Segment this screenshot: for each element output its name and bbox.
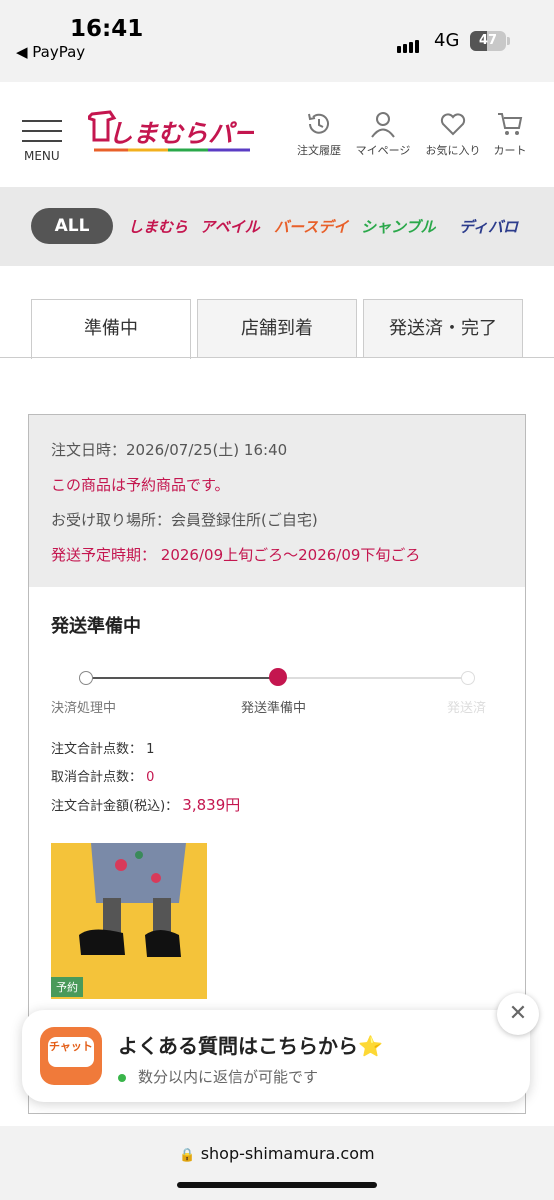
order-date: 注文日時：2026/07/25(土) 16:40 bbox=[51, 441, 288, 459]
chat-title: よくある質問はこちらから⭐ bbox=[118, 1034, 383, 1058]
cart-button[interactable]: カート bbox=[475, 110, 545, 158]
ship-schedule-value: 2026/09上旬ごろ〜2026/09下旬ごろ bbox=[160, 546, 421, 564]
tab-preparing[interactable]: 準備中 bbox=[31, 299, 191, 359]
back-to-app-link[interactable]: ◀ PayPay bbox=[16, 43, 85, 61]
total-items-label: 注文合計点数： bbox=[51, 742, 143, 757]
mypage-button[interactable]: マイページ bbox=[348, 110, 418, 158]
pickup-location: お受け取り場所：会員登録住所(ご自宅) bbox=[51, 511, 318, 529]
menu-icon[interactable] bbox=[22, 120, 62, 150]
product-image[interactable]: 予約 bbox=[51, 843, 207, 999]
lock-icon: 🔒 bbox=[179, 1148, 196, 1163]
total-items-value: 1 bbox=[146, 742, 155, 757]
total-items: 注文合計点数： 1 bbox=[51, 738, 154, 757]
step-dot-2 bbox=[269, 668, 287, 686]
preorder-badge: 予約 bbox=[51, 977, 83, 997]
online-dot-icon bbox=[118, 1073, 126, 1082]
battery-icon: 47 bbox=[470, 31, 506, 51]
mypage-label: マイページ bbox=[355, 144, 411, 157]
progress-line-pending bbox=[278, 677, 468, 679]
signal-icon bbox=[397, 34, 421, 53]
battery-level: 47 bbox=[478, 33, 498, 48]
network-type: 4G bbox=[434, 30, 460, 51]
faq-chat-banner[interactable]: チャット よくある質問はこちらから⭐ 数分以内に返信が可能です bbox=[22, 1010, 530, 1102]
cancelled-items: 取消合計点数： 0 bbox=[51, 766, 154, 785]
brand-divalo[interactable]: ディバロ bbox=[459, 216, 518, 237]
cancelled-items-label: 取消合計点数： bbox=[51, 770, 143, 785]
site-header: MENU しまむらパーク 注文履歴 マイページ お気に入り bbox=[0, 82, 554, 187]
home-indicator[interactable] bbox=[177, 1182, 377, 1188]
brand-filter-bar: ALL しまむら アベイル バースデイ シャンブル ディバロ bbox=[0, 187, 554, 266]
ship-schedule-label: 発送予定時期： bbox=[51, 546, 157, 564]
heart-icon bbox=[440, 113, 466, 136]
chat-icon-text: チャット bbox=[48, 1037, 94, 1067]
progress-line-done bbox=[85, 677, 278, 679]
order-history-button[interactable]: 注文履歴 bbox=[284, 110, 354, 158]
url-value: shop-shimamura.com bbox=[200, 1144, 375, 1163]
logo-text: しまむらパーク bbox=[108, 120, 254, 148]
browser-url-bar[interactable]: 🔒 shop-shimamura.com bbox=[0, 1126, 554, 1200]
cancelled-items-value: 0 bbox=[146, 770, 155, 785]
status-bar: 16:41 ◀ PayPay 4G 47 bbox=[0, 0, 554, 82]
shimamura-park-logo[interactable]: しまむらパーク bbox=[85, 110, 285, 162]
user-icon bbox=[371, 112, 395, 138]
order-info: 注文日時：2026/07/25(土) 16:40 この商品は予約商品です。 お受… bbox=[29, 415, 525, 587]
tab-shipped[interactable]: 発送済・完了 bbox=[363, 299, 523, 357]
preorder-note: この商品は予約商品です。 bbox=[51, 476, 230, 494]
step-label-2: 発送準備中 bbox=[241, 701, 307, 716]
cart-icon bbox=[498, 113, 523, 135]
brand-all-button[interactable]: ALL bbox=[31, 208, 113, 244]
history-icon bbox=[308, 113, 329, 134]
menu-label[interactable]: MENU bbox=[24, 149, 60, 163]
cart-label: カート bbox=[493, 144, 527, 157]
close-icon[interactable]: ✕ bbox=[497, 993, 539, 1035]
total-price-value: 3,839円 bbox=[182, 796, 241, 814]
step-label-1: 決済処理中 bbox=[51, 701, 117, 716]
brand-shimamura[interactable]: しまむら bbox=[128, 216, 188, 237]
tab-divider bbox=[0, 357, 554, 358]
status-title: 発送準備中 bbox=[51, 616, 141, 637]
total-price-label: 注文合計金額(税込)： bbox=[51, 799, 179, 814]
step-label-3: 発送済 bbox=[447, 701, 487, 716]
brand-avail[interactable]: アベイル bbox=[200, 216, 260, 237]
ship-schedule: 発送予定時期： 2026/09上旬ごろ〜2026/09下旬ごろ bbox=[51, 544, 420, 565]
url-text: 🔒 shop-shimamura.com bbox=[0, 1144, 554, 1163]
chat-icon: チャット bbox=[40, 1027, 102, 1085]
total-price: 注文合計金額(税込)： 3,839円 bbox=[51, 794, 240, 815]
brand-birthday[interactable]: バースデイ bbox=[274, 216, 348, 237]
tab-arrived[interactable]: 店舗到着 bbox=[197, 299, 357, 357]
product-photo bbox=[51, 843, 207, 999]
step-dot-1 bbox=[79, 671, 93, 685]
order-history-label: 注文履歴 bbox=[297, 144, 341, 157]
chat-subtitle-text: 数分以内に返信が可能です bbox=[138, 1068, 319, 1086]
chat-subtitle: 数分以内に返信が可能です bbox=[118, 1066, 318, 1087]
clock: 16:41 bbox=[70, 16, 144, 42]
step-dot-3 bbox=[461, 671, 475, 685]
order-card: 注文日時：2026/07/25(土) 16:40 この商品は予約商品です。 お受… bbox=[28, 414, 526, 1114]
brand-chambre[interactable]: シャンブル bbox=[361, 216, 436, 237]
